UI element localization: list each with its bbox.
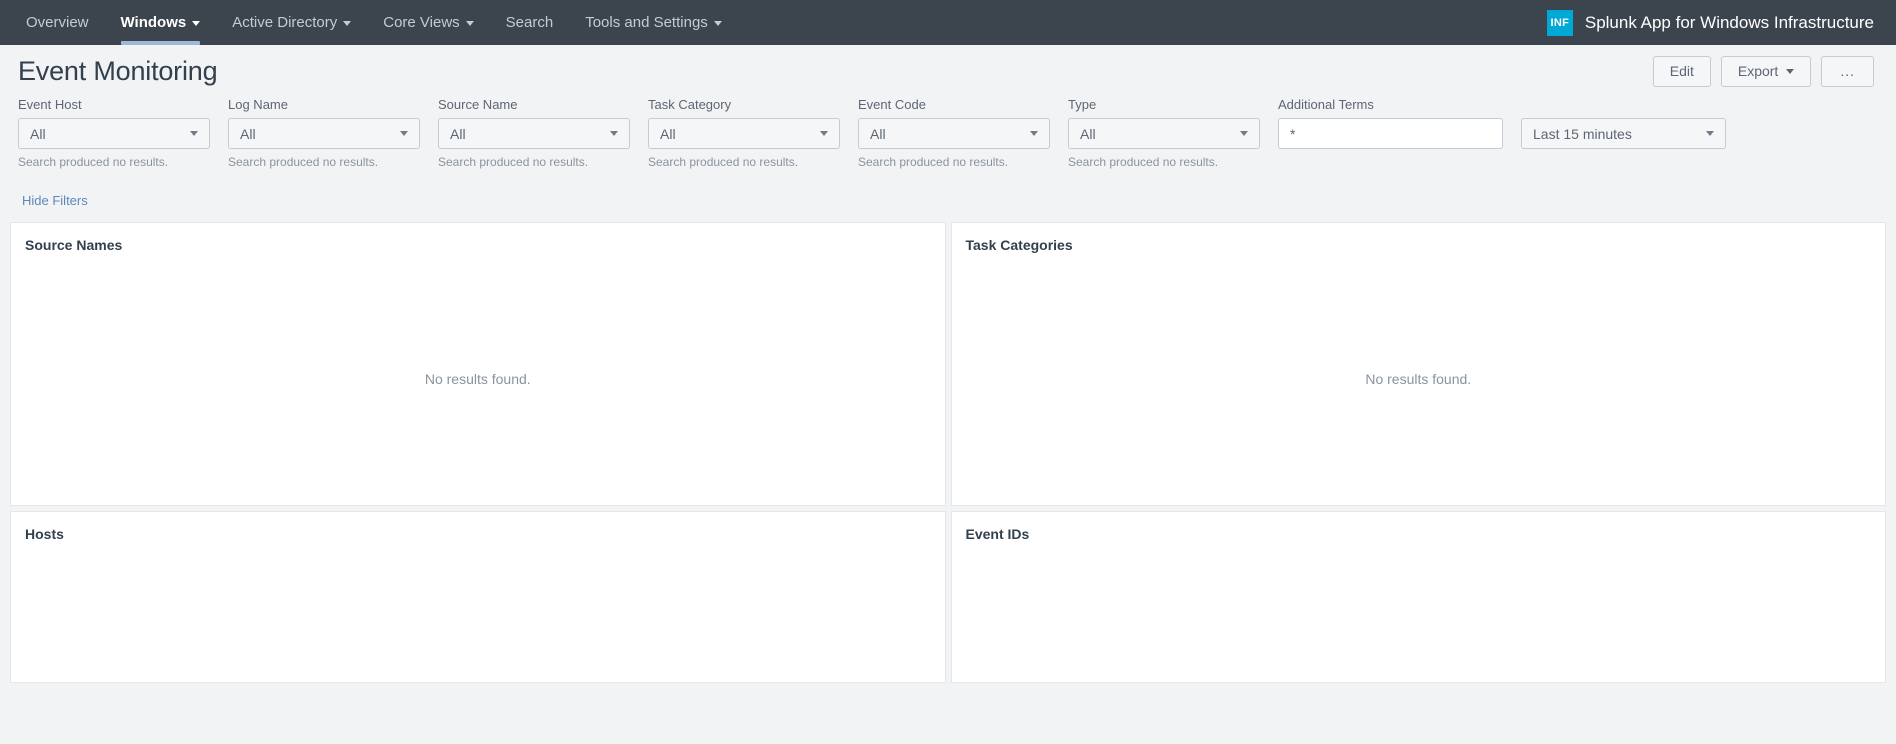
edit-button-label: Edit — [1669, 63, 1694, 79]
nav-item-label: Search — [505, 14, 554, 31]
chevron-down-icon — [713, 21, 722, 26]
time-range-value: Last 15 minutes — [1533, 125, 1632, 142]
more-options-label: ... — [1840, 63, 1855, 79]
nav-item-search[interactable]: Search — [490, 0, 570, 45]
chevron-down-icon — [1030, 131, 1038, 136]
filter-spacer — [18, 169, 1878, 187]
panel-row-top: Source Names No results found. Task Cate… — [10, 222, 1886, 506]
export-button[interactable]: Export — [1720, 55, 1812, 87]
filter-hint: Search produced no results. — [1068, 155, 1219, 169]
filter-time-range: Last 15 minutes — [1521, 97, 1726, 149]
export-button-label: Export — [1737, 63, 1779, 79]
hide-filters-link[interactable]: Hide Filters — [18, 187, 88, 222]
chevron-down-icon — [192, 21, 201, 26]
more-options-button[interactable]: ... — [1821, 55, 1874, 87]
filter-event-host: Event Host All Search produced no result… — [18, 97, 210, 169]
panel-title: Hosts — [25, 526, 64, 542]
select-value: All — [870, 125, 886, 142]
filter-source-name: Source Name All Search produced no resul… — [438, 97, 630, 169]
chevron-down-icon — [465, 21, 474, 26]
app-logo-badge: INF — [1546, 9, 1573, 36]
chevron-down-icon — [1786, 68, 1795, 74]
panel-event-ids: Event IDs — [950, 511, 1886, 683]
nav-item-core-views[interactable]: Core Views — [367, 0, 489, 45]
page-header: Event Monitoring Edit Export ... — [0, 45, 1896, 93]
filter-label-spacer — [1521, 97, 1726, 112]
event-code-select[interactable]: All — [858, 118, 1050, 149]
filter-hint: Search produced no results. — [228, 155, 379, 169]
nav-item-label: Tools and Settings — [585, 14, 708, 31]
filter-task-category: Task Category All Search produced no res… — [648, 97, 840, 169]
filter-label: Additional Terms — [1278, 97, 1374, 112]
chevron-down-icon — [610, 131, 618, 136]
panel-row-bottom: Hosts Event IDs — [10, 511, 1886, 683]
panel-hosts: Hosts — [10, 511, 946, 683]
nav-item-label: Windows — [120, 14, 187, 31]
chevron-down-icon — [1706, 131, 1714, 136]
nav-item-tools-and-settings[interactable]: Tools and Settings — [569, 0, 738, 45]
select-value: All — [450, 125, 466, 142]
panel-source-names: Source Names No results found. — [10, 222, 946, 506]
filter-label: Event Code — [858, 97, 926, 112]
filter-hint: Search produced no results. — [648, 155, 799, 169]
app-title: Splunk App for Windows Infrastructure — [1584, 12, 1874, 32]
filter-label: Log Name — [228, 97, 288, 112]
event-host-select[interactable]: All — [18, 118, 210, 149]
nav-items-group: Overview Windows Active Directory Core V… — [0, 0, 738, 45]
select-value: All — [660, 125, 676, 142]
nav-item-label: Active Directory — [232, 14, 338, 31]
type-select[interactable]: All — [1068, 118, 1260, 149]
source-name-select[interactable]: All — [438, 118, 630, 149]
select-value: All — [240, 125, 256, 142]
filter-hint: Search produced no results. — [438, 155, 589, 169]
panel-body — [952, 542, 1886, 682]
filter-hint: Search produced no results. — [18, 155, 169, 169]
chevron-down-icon — [400, 131, 408, 136]
nav-item-active-directory[interactable]: Active Directory — [216, 0, 367, 45]
nav-item-label: Overview — [26, 14, 89, 31]
page-title: Event Monitoring — [18, 55, 218, 86]
nav-item-windows[interactable]: Windows — [105, 0, 217, 45]
panel-body — [11, 542, 945, 682]
filter-bar: Event Host All Search produced no result… — [0, 93, 1896, 222]
filter-label: Source Name — [438, 97, 518, 112]
log-name-select[interactable]: All — [228, 118, 420, 149]
panel-title: Source Names — [25, 237, 123, 253]
filter-type: Type All Search produced no results. — [1068, 97, 1260, 169]
filter-additional-terms: Additional Terms — [1278, 97, 1503, 149]
filter-event-code: Event Code All Search produced no result… — [858, 97, 1050, 169]
filter-label: Task Category — [648, 97, 732, 112]
chevron-down-icon — [1240, 131, 1248, 136]
filter-hint: Search produced no results. — [858, 155, 1009, 169]
filter-log-name: Log Name All Search produced no results. — [228, 97, 420, 169]
filter-label: Event Host — [18, 97, 82, 112]
panel-title: Event IDs — [965, 526, 1030, 542]
no-results-message: No results found. — [424, 371, 531, 387]
nav-item-overview[interactable]: Overview — [10, 0, 105, 45]
dashboard-panels: Source Names No results found. Task Cate… — [0, 222, 1896, 683]
panel-task-categories: Task Categories No results found. — [950, 222, 1886, 506]
panel-body: No results found. — [952, 253, 1886, 505]
chevron-down-icon — [343, 21, 352, 26]
select-value: All — [1080, 125, 1096, 142]
additional-terms-input[interactable] — [1278, 118, 1503, 149]
app-branding-group: INF Splunk App for Windows Infrastructur… — [1546, 0, 1896, 45]
nav-item-label: Core Views — [383, 14, 460, 31]
chevron-down-icon — [820, 131, 828, 136]
task-category-select[interactable]: All — [648, 118, 840, 149]
top-navigation-bar: Overview Windows Active Directory Core V… — [0, 0, 1896, 45]
select-value: All — [30, 125, 46, 142]
panel-body: No results found. — [11, 253, 945, 505]
chevron-down-icon — [190, 131, 198, 136]
page-actions-group: Edit Export ... — [1652, 55, 1874, 87]
edit-button[interactable]: Edit — [1652, 55, 1711, 87]
time-range-picker[interactable]: Last 15 minutes — [1521, 118, 1726, 149]
no-results-message: No results found. — [1365, 371, 1472, 387]
filter-row: Event Host All Search produced no result… — [18, 97, 1878, 169]
filter-label: Type — [1068, 97, 1097, 112]
panel-title: Task Categories — [965, 237, 1073, 253]
